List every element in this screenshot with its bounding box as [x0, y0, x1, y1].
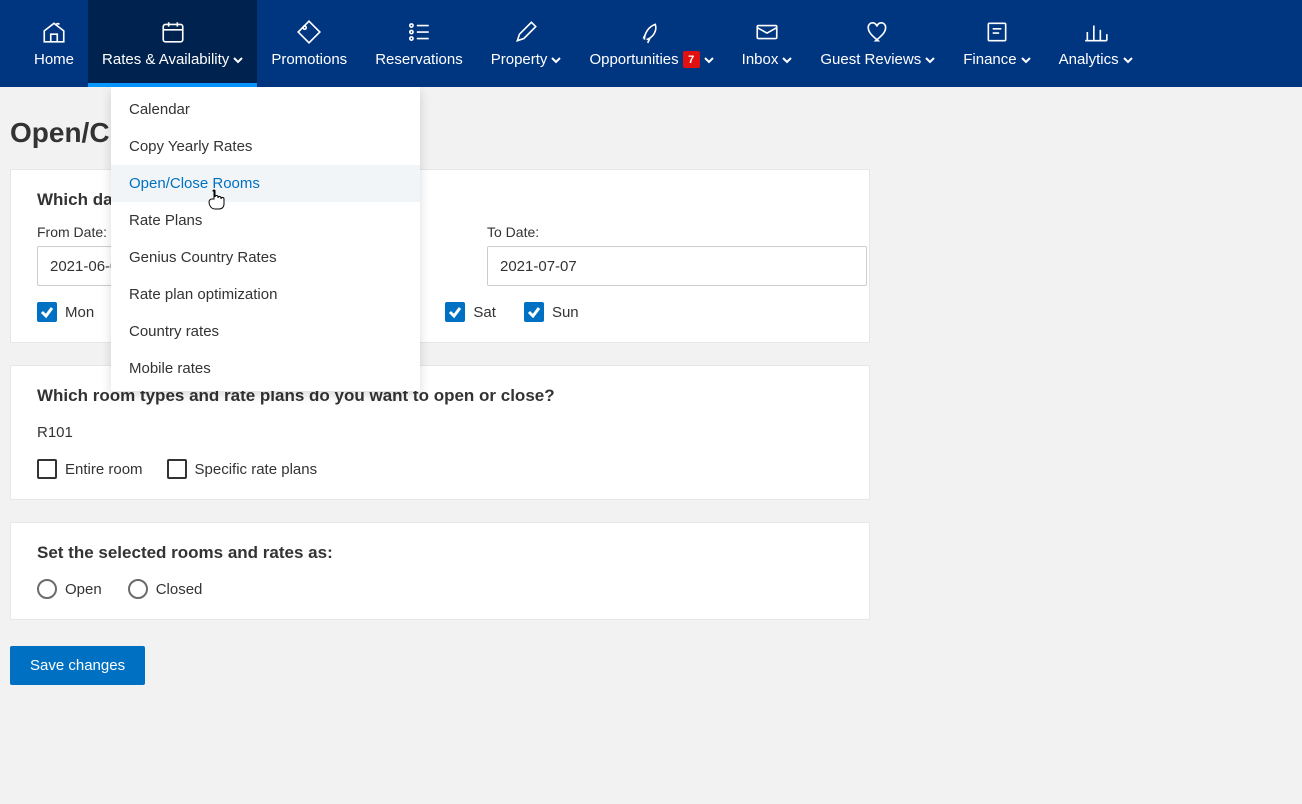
day-label: Sat: [473, 304, 496, 321]
closed-radio[interactable]: Closed: [128, 579, 203, 599]
day-label: Mon: [65, 304, 94, 321]
dropdown-item-copy-yearly-rates[interactable]: Copy Yearly Rates: [111, 128, 420, 165]
to-date-label: To Date:: [487, 224, 867, 240]
pencil-icon: [513, 19, 539, 45]
checkbox-icon: [37, 459, 57, 479]
nav-rates-label: Rates & Availability: [102, 51, 229, 68]
list-icon: [406, 19, 432, 45]
nav-finance[interactable]: Finance: [949, 0, 1044, 87]
envelope-icon: [754, 19, 780, 45]
chart-icon: [1083, 19, 1109, 45]
entire-room-label: Entire room: [65, 461, 143, 478]
nav-home-label: Home: [34, 51, 74, 68]
nav-inbox[interactable]: Inbox: [728, 0, 807, 87]
nav-opportunities[interactable]: Opportunities 7: [575, 0, 727, 87]
note-icon: [984, 19, 1010, 45]
specific-rate-plans-checkbox[interactable]: Specific rate plans: [167, 459, 318, 479]
entire-room-checkbox[interactable]: Entire room: [37, 459, 143, 479]
dropdown-item-genius-country-rates[interactable]: Genius Country Rates: [111, 239, 420, 276]
nav-analytics[interactable]: Analytics: [1045, 0, 1147, 87]
chevron-down-icon: [782, 55, 792, 65]
checkbox-icon: [37, 302, 57, 322]
heart-icon: [865, 19, 891, 45]
nav-inbox-label: Inbox: [742, 51, 779, 68]
to-date-input[interactable]: [487, 246, 867, 286]
open-radio[interactable]: Open: [37, 579, 102, 599]
dropdown-item-calendar[interactable]: Calendar: [111, 91, 420, 128]
day-checkbox-sat[interactable]: Sat: [445, 302, 496, 322]
nav-home[interactable]: Home: [20, 0, 88, 87]
nav-finance-label: Finance: [963, 51, 1016, 68]
rates-availability-dropdown: Calendar Copy Yearly Rates Open/Close Ro…: [111, 87, 420, 391]
open-label: Open: [65, 581, 102, 598]
closed-label: Closed: [156, 581, 203, 598]
checkbox-icon: [445, 302, 465, 322]
chevron-down-icon: [233, 55, 243, 65]
chevron-down-icon: [1021, 55, 1031, 65]
room-name: R101: [37, 424, 843, 441]
nav-analytics-label: Analytics: [1059, 51, 1119, 68]
save-changes-button[interactable]: Save changes: [10, 646, 145, 685]
tag-icon: [296, 19, 322, 45]
dropdown-item-rate-plan-optimization[interactable]: Rate plan optimization: [111, 276, 420, 313]
day-checkbox-mon[interactable]: Mon: [37, 302, 94, 322]
nav-guest-reviews[interactable]: Guest Reviews: [806, 0, 949, 87]
day-label: Sun: [552, 304, 579, 321]
checkbox-icon: [167, 459, 187, 479]
nav-opportunities-label: Opportunities: [589, 51, 678, 68]
day-checkbox-sun[interactable]: Sun: [524, 302, 579, 322]
radio-icon: [128, 579, 148, 599]
nav-rates-availability[interactable]: Rates & Availability: [88, 0, 257, 87]
dropdown-item-open-close-rooms[interactable]: Open/Close Rooms: [111, 165, 420, 202]
dropdown-item-country-rates[interactable]: Country rates: [111, 313, 420, 350]
nav-reviews-label: Guest Reviews: [820, 51, 921, 68]
nav-property-label: Property: [491, 51, 548, 68]
chevron-down-icon: [704, 55, 714, 65]
home-icon: [41, 19, 67, 45]
nav-promotions[interactable]: Promotions: [257, 0, 361, 87]
dropdown-item-mobile-rates[interactable]: Mobile rates: [111, 350, 420, 387]
radio-icon: [37, 579, 57, 599]
specific-label: Specific rate plans: [195, 461, 318, 478]
rocket-icon: [639, 19, 665, 45]
calendar-icon: [160, 19, 186, 45]
opportunities-badge: 7: [683, 51, 700, 68]
status-card-title: Set the selected rooms and rates as:: [37, 543, 843, 563]
nav-promotions-label: Promotions: [271, 51, 347, 68]
nav-reservations-label: Reservations: [375, 51, 463, 68]
nav-reservations[interactable]: Reservations: [361, 0, 477, 87]
chevron-down-icon: [1123, 55, 1133, 65]
top-nav: Home Rates & Availability Promotions Res…: [0, 0, 1302, 87]
status-card: Set the selected rooms and rates as: Ope…: [10, 522, 870, 620]
dropdown-item-rate-plans[interactable]: Rate Plans: [111, 202, 420, 239]
checkbox-icon: [524, 302, 544, 322]
nav-property[interactable]: Property: [477, 0, 576, 87]
chevron-down-icon: [925, 55, 935, 65]
chevron-down-icon: [551, 55, 561, 65]
